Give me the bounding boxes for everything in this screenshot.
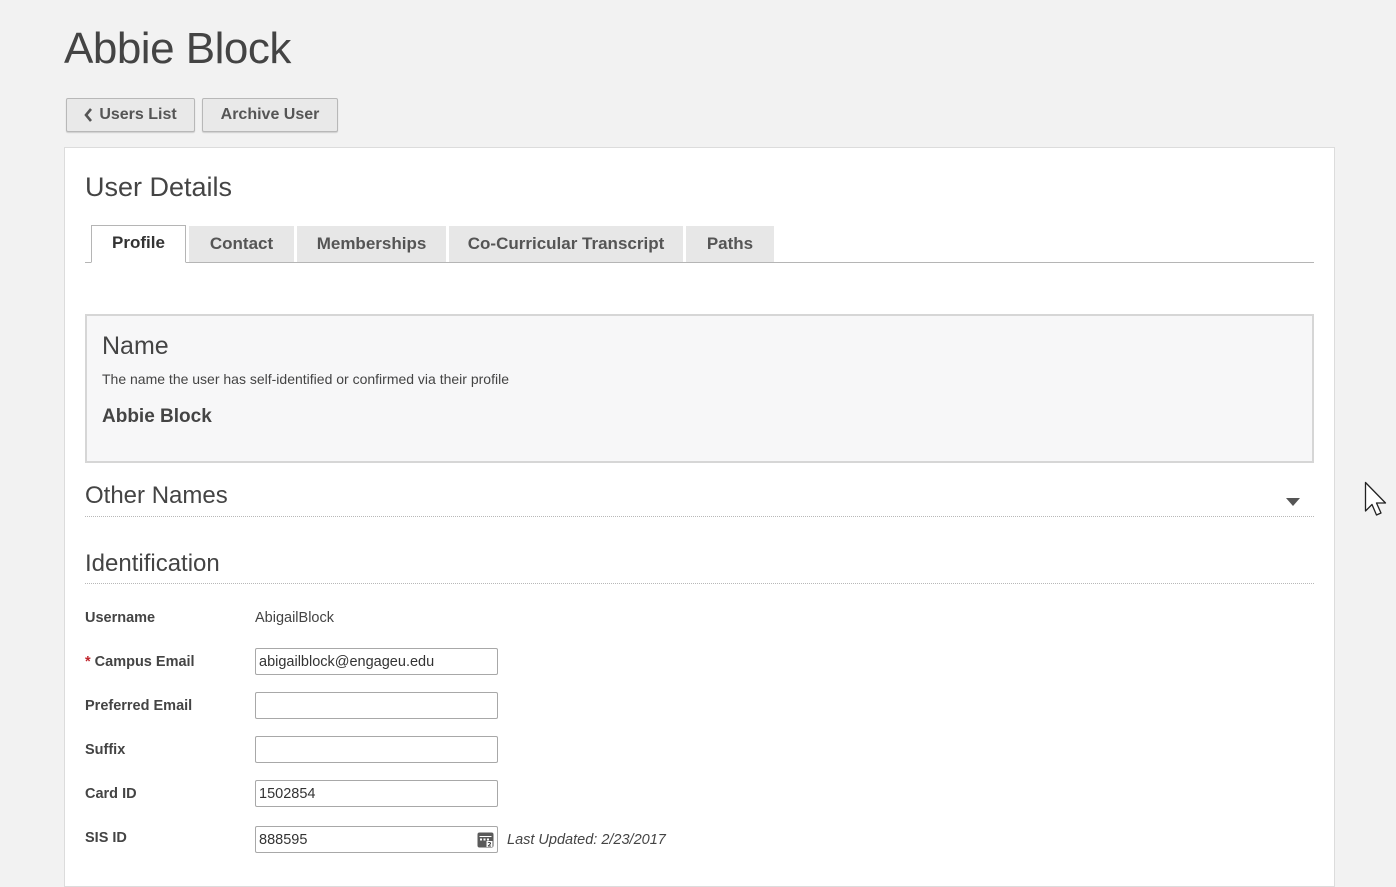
identification-heading: Identification <box>85 550 220 577</box>
identification-section: Identification <box>85 550 1314 584</box>
name-panel: Name The name the user has self-identifi… <box>85 314 1314 463</box>
tab-co-curricular-transcript-label: Co-Curricular Transcript <box>467 234 665 253</box>
username-label: Username <box>85 610 156 626</box>
sis-last-updated: Last Updated: 2/23/2017 <box>507 832 666 848</box>
tab-paths-label: Paths <box>706 234 754 253</box>
username-value: AbigailBlock <box>255 610 334 626</box>
tab-co-curricular-transcript[interactable]: Co-Curricular Transcript <box>449 226 683 262</box>
svg-text:2: 2 <box>487 841 491 848</box>
name-value: Abbie Block <box>102 406 212 427</box>
other-names-heading: Other Names <box>85 482 228 509</box>
tab-memberships[interactable]: Memberships <box>297 226 446 262</box>
caret-down-icon[interactable] <box>1286 498 1300 506</box>
card-id-field[interactable] <box>255 780 498 807</box>
campus-email-label-text: Campus Email <box>94 654 195 670</box>
user-details-title: User Details <box>85 172 233 202</box>
name-heading: Name <box>102 332 169 360</box>
archive-user-button[interactable]: Archive User <box>202 98 338 132</box>
preferred-email-field[interactable] <box>255 692 498 719</box>
preferred-email-label: Preferred Email <box>85 698 193 714</box>
tab-profile-label: Profile <box>112 233 165 252</box>
card-id-label: Card ID <box>85 786 137 802</box>
chevron-left-icon <box>84 108 93 122</box>
tab-profile[interactable]: Profile <box>91 225 186 263</box>
suffix-label: Suffix <box>85 742 126 758</box>
sis-id-field[interactable] <box>255 826 498 853</box>
required-marker: * <box>85 654 91 670</box>
mouse-cursor-icon <box>1364 481 1390 526</box>
tab-contact-label: Contact <box>209 234 274 253</box>
name-description: The name the user has self-identified or… <box>102 371 509 387</box>
calendar-icon[interactable]: 2 <box>477 831 494 848</box>
tab-paths[interactable]: Paths <box>686 226 774 262</box>
campus-email-label: * Campus Email <box>85 654 195 670</box>
campus-email-field[interactable] <box>255 648 498 675</box>
user-details-card: User Details Profile Contact Memberships… <box>64 147 1335 887</box>
archive-user-label: Archive User <box>220 106 320 123</box>
suffix-field[interactable] <box>255 736 498 763</box>
other-names-section[interactable]: Other Names <box>85 482 1314 517</box>
sis-id-label: SIS ID <box>85 830 127 846</box>
users-list-label: Users List <box>99 106 177 123</box>
page-title: Abbie Block <box>64 24 291 73</box>
tab-bar: Profile Contact Memberships Co-Curricula… <box>85 225 1314 263</box>
users-list-button[interactable]: Users List <box>66 98 195 132</box>
tab-memberships-label: Memberships <box>316 234 427 253</box>
tab-contact[interactable]: Contact <box>189 226 294 262</box>
